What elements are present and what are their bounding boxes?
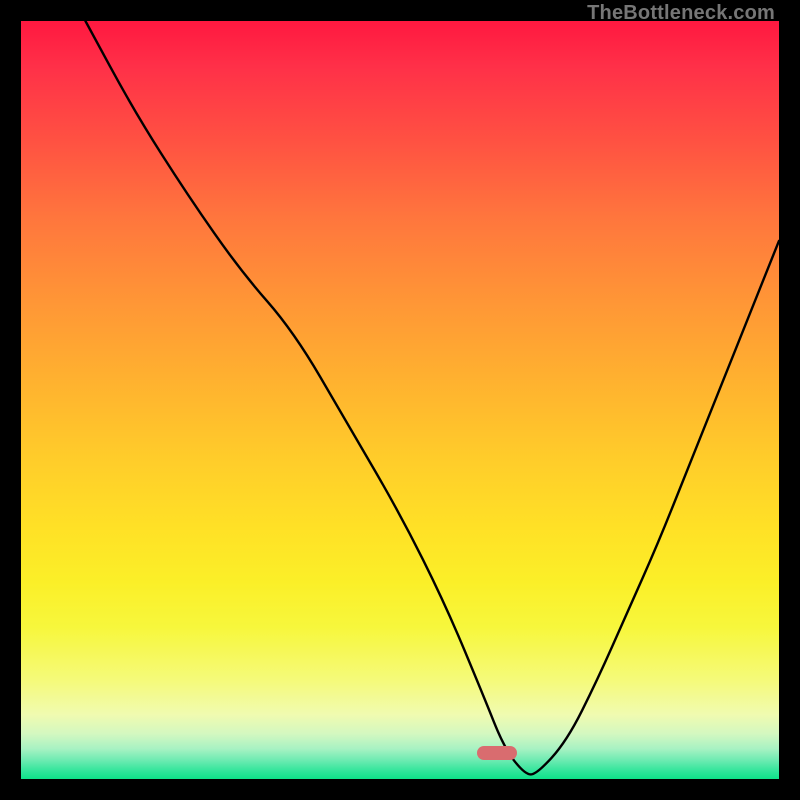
watermark-text: TheBottleneck.com bbox=[587, 2, 775, 25]
optimum-marker bbox=[477, 746, 517, 760]
outer-frame: TheBottleneck.com bbox=[0, 0, 800, 800]
bottleneck-curve bbox=[21, 21, 779, 779]
